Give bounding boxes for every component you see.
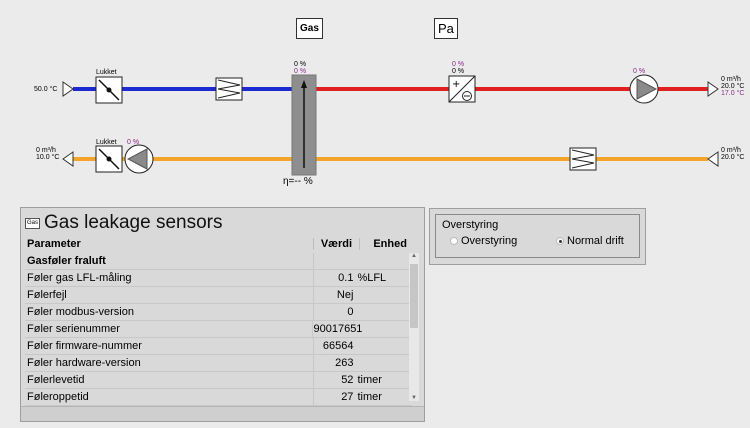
scroll-down-icon[interactable]: ▼ — [409, 395, 419, 401]
exchanger-efficiency: η=-- % — [283, 176, 313, 187]
exchanger-label-top: 0 % — [294, 61, 307, 68]
extract-damper-icon — [95, 145, 123, 173]
supply-inlet-temp: 50.0 °C — [34, 86, 58, 93]
sensor-table: Gasføler fraluft Føler gas LFL-måling 0.… — [25, 253, 412, 406]
table-scrollbar[interactable]: ▲ ▼ — [409, 253, 419, 401]
radio-override[interactable]: Overstyring — [450, 235, 517, 247]
row-value: 27 — [341, 391, 354, 403]
row-unit: %LFL — [357, 272, 387, 284]
supply-fan-label: 0 % — [633, 68, 646, 75]
table-header: Parameter Værdi Enhed — [25, 235, 420, 252]
col-header-value[interactable]: Værdi — [312, 237, 360, 250]
row-value: 52 — [341, 374, 354, 386]
row-value: 0 — [347, 306, 354, 318]
row-param: Følerlevetid — [25, 372, 314, 388]
table-row[interactable]: Føler firmware-nummer 66564 — [25, 338, 412, 355]
radio-normal-drift[interactable]: Normal drift — [556, 235, 624, 247]
col-header-unit[interactable]: Enhed — [359, 237, 420, 250]
row-param: Føler hardware-version — [25, 355, 314, 371]
extract-out-temp: 20.0 °C — [721, 154, 745, 161]
row-value: 0.1 — [338, 272, 354, 284]
row-unit: timer — [357, 391, 382, 403]
radio-normal-label: Normal drift — [567, 235, 624, 247]
override-panel: Overstyring Overstyring Normal drift — [429, 208, 646, 265]
ventilation-diagram: + — [62, 74, 719, 176]
extract-inlet-arrow-icon — [707, 151, 719, 167]
supply-damper-label: Lukket — [96, 69, 117, 76]
table-row[interactable]: Føleroppetid 27 timer — [25, 389, 412, 406]
svg-text:+: + — [452, 79, 460, 90]
override-group: Overstyring Overstyring Normal drift — [435, 214, 640, 258]
radio-override-label: Overstyring — [461, 235, 518, 247]
row-value: 263 — [335, 357, 354, 369]
table-row[interactable]: Føler hardware-version 263 — [25, 355, 412, 372]
row-param: Føler serienummer — [25, 321, 314, 337]
extract-fan-label: 0 % — [127, 139, 140, 146]
row-value: 90017651 — [313, 323, 363, 335]
supply-inlet-arrow-icon — [62, 81, 74, 97]
heat-exchanger-icon — [291, 74, 317, 176]
supply-out-flow: 0 m³/h — [721, 76, 741, 83]
exchanger-label-bottom: 0 % — [294, 68, 307, 75]
extract-outlet-arrow-icon — [62, 151, 74, 167]
row-value: Nej — [336, 289, 354, 301]
panel-title: Gas leakage sensors — [44, 212, 223, 233]
scroll-up-icon[interactable]: ▲ — [409, 253, 419, 259]
heater-label-bottom: 0 % — [452, 68, 465, 75]
supply-fan-icon — [629, 74, 659, 104]
row-param: Følerfejl — [25, 287, 314, 303]
extract-out-flow: 0 m³/h — [721, 147, 741, 154]
row-param: Føler gas LFL-måling — [25, 270, 314, 286]
supply-outlet-arrow-icon — [707, 81, 719, 97]
extract-filter-icon — [569, 147, 597, 171]
scrollbar-thumb[interactable] — [410, 264, 418, 328]
row-param: Føler firmware-nummer — [25, 338, 314, 354]
supply-filter-icon — [215, 77, 243, 101]
table-row[interactable]: Føler serienummer 90017651 — [25, 321, 412, 338]
table-row[interactable]: Føler modbus-version 0 — [25, 304, 412, 321]
row-param: Gasføler fraluft — [25, 253, 314, 269]
row-value: 66564 — [322, 340, 354, 352]
table-row[interactable]: Føler gas LFL-måling 0.1 %LFL — [25, 270, 412, 287]
extract-fan-icon — [124, 144, 154, 174]
table-row-group: Gasføler fraluft — [25, 253, 412, 270]
supply-damper-icon — [95, 76, 123, 104]
supply-out-temp-2: 17.0 °C — [721, 90, 745, 97]
gas-sensors-panel: Gas Gas leakage sensors Parameter Værdi … — [20, 207, 425, 422]
gas-panel-icon: Gas — [25, 217, 41, 229]
extract-in-temp: 10.0 °C — [36, 154, 60, 161]
table-row[interactable]: Følerfejl Nej — [25, 287, 412, 304]
table-row[interactable]: Følerlevetid 52 timer — [25, 372, 412, 389]
heater-coil-icon: + — [448, 75, 476, 103]
radio-icon[interactable] — [450, 237, 458, 245]
extract-damper-label: Lukket — [96, 139, 117, 146]
row-param: Føleroppetid — [25, 389, 314, 405]
panel-footer — [21, 406, 424, 421]
radio-selected-icon[interactable] — [556, 237, 564, 245]
heater-label-top: 0 % — [452, 61, 465, 68]
override-title: Overstyring — [442, 219, 499, 231]
extract-in-flow: 0 m³/h — [36, 147, 56, 154]
row-param: Føler modbus-version — [25, 304, 314, 320]
col-header-parameter[interactable]: Parameter — [25, 238, 313, 250]
supply-out-temp: 20.0 °C — [721, 83, 745, 90]
panel-title-bar: Gas Gas leakage sensors — [25, 212, 223, 234]
row-unit: timer — [357, 374, 382, 386]
